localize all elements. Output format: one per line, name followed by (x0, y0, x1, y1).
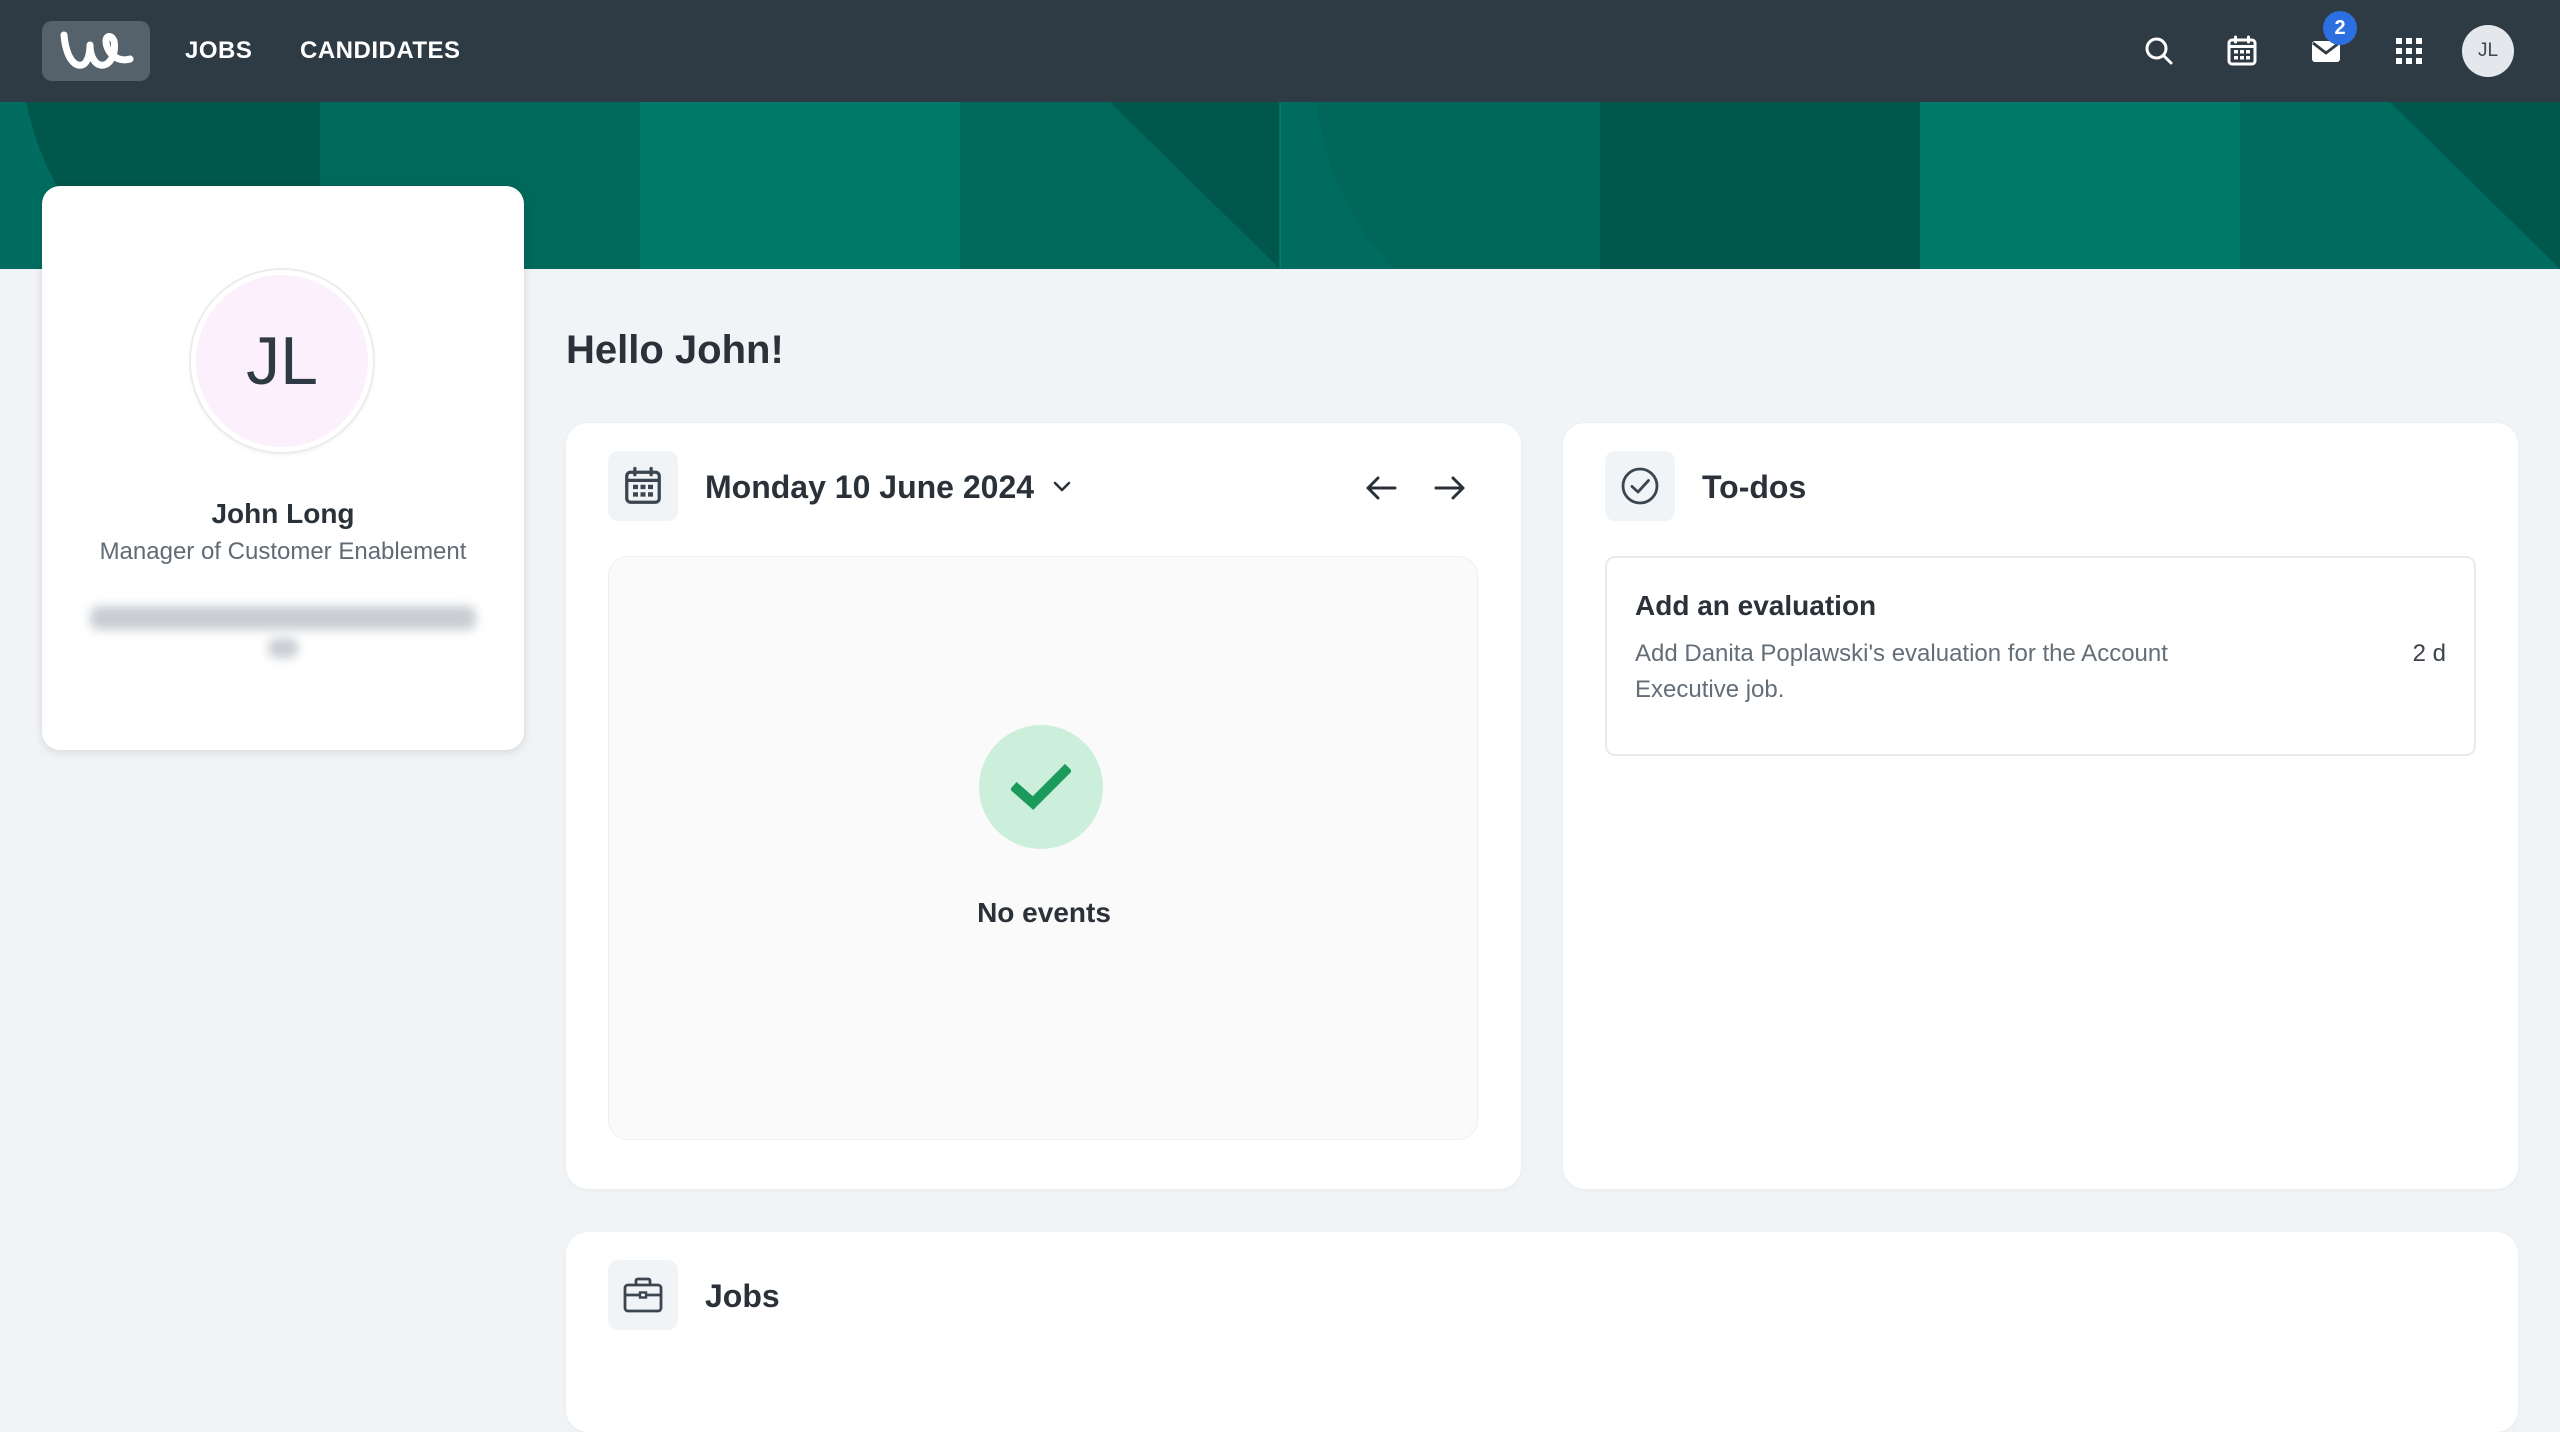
user-avatar-button[interactable]: JL (2462, 25, 2514, 77)
todo-item-title: Add an evaluation (1635, 590, 1877, 621)
blurred-email (90, 606, 476, 630)
calendar-icon (625, 466, 661, 504)
date-label: Monday 10 June 2024 (705, 469, 1035, 505)
briefcase-icon (623, 1277, 663, 1313)
calendar-panel: Monday 10 June 2024 No events (566, 423, 1521, 1189)
search-button[interactable] (2134, 26, 2184, 76)
events-list-empty: No events (608, 556, 1478, 1140)
profile-avatar[interactable]: JL (191, 270, 373, 452)
next-day-button[interactable] (1425, 463, 1475, 513)
logo-icon (60, 31, 134, 69)
profile-name: John Long (211, 498, 355, 529)
calendar-panel-icon-box (608, 451, 678, 521)
jobs-title: Jobs (705, 1278, 780, 1314)
check-circle-icon (1621, 467, 1659, 505)
profile-role: Manager of Customer Enablement (99, 538, 467, 565)
todos-panel-icon-box (1605, 451, 1675, 521)
workable-logo[interactable] (42, 21, 150, 81)
profile-card: JL John Long Manager of Customer Enablem… (42, 186, 524, 750)
apps-button[interactable] (2384, 26, 2434, 76)
inbox-badge: 2 (2323, 11, 2357, 45)
todo-item-age: 2 d (2412, 640, 2446, 667)
calendar-icon (2227, 35, 2257, 66)
success-check-badge (979, 725, 1103, 849)
nav-candidates[interactable]: CANDIDATES (300, 34, 461, 68)
arrow-left-icon (1366, 476, 1397, 500)
nav-jobs[interactable]: JOBS (185, 34, 252, 68)
no-events-text: No events (977, 897, 1111, 928)
search-icon (2145, 37, 2173, 65)
greeting-heading: Hello John! (566, 328, 784, 372)
checkmark-icon (1011, 763, 1071, 810)
jobs-panel: Jobs (566, 1232, 2518, 1432)
todos-title: To-dos (1702, 469, 1807, 505)
chevron-down-icon (1053, 481, 1071, 492)
blurred-email-line-2 (268, 638, 298, 658)
todo-item-description: Add Danita Poplawski's evaluation for th… (1635, 640, 2168, 703)
jobs-panel-icon-box (608, 1260, 678, 1330)
arrow-right-icon (1434, 476, 1465, 500)
date-selector[interactable]: Monday 10 June 2024 (705, 467, 1072, 507)
apps-grid-icon (2396, 38, 2422, 64)
todos-panel: To-dos Add an evaluation Add Danita Popl… (1563, 423, 2518, 1189)
todo-item[interactable]: Add an evaluation Add Danita Poplawski's… (1605, 556, 2476, 756)
top-navigation-bar: JOBS CANDIDATES 2 JL (0, 0, 2560, 102)
previous-day-button[interactable] (1356, 463, 1406, 513)
calendar-button[interactable] (2217, 26, 2267, 76)
